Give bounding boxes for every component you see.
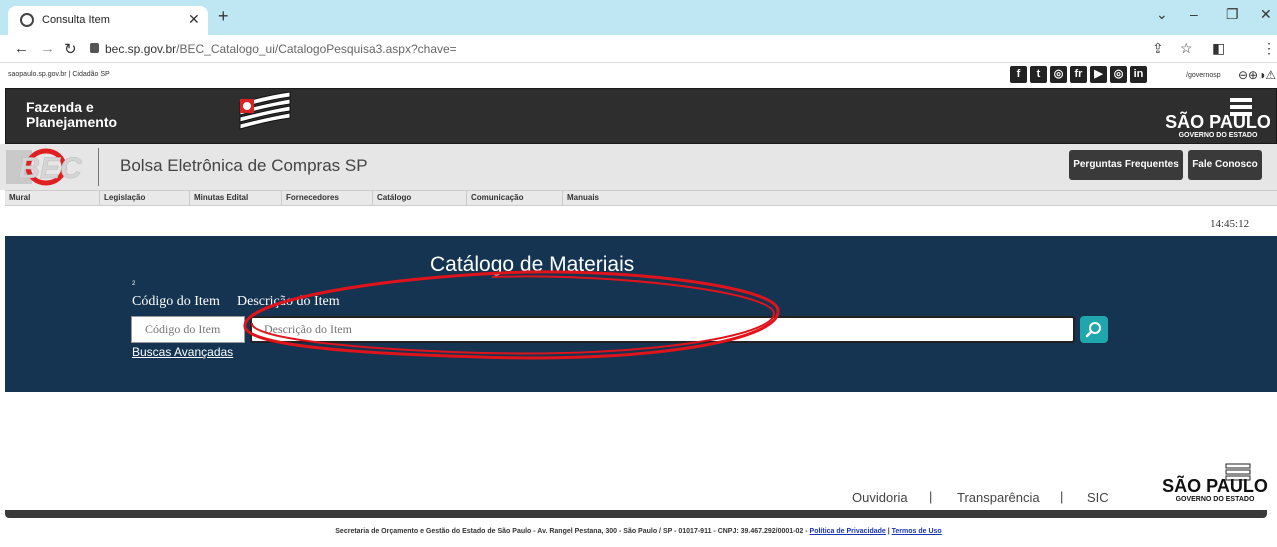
codigo-label: Código do Item <box>132 294 220 309</box>
footer-address-text: Secretaria de Orçamento e Gestão do Esta… <box>335 528 810 535</box>
menu-item-legislacao[interactable]: Legislação <box>100 191 190 205</box>
tab-title: Consulta Item <box>42 14 110 26</box>
sp-footer-logo-sub: GOVERNO DO ESTADO <box>1176 496 1255 503</box>
window-close-icon[interactable]: ✕ <box>1260 6 1272 23</box>
footer-bar <box>5 510 1267 518</box>
forward-icon[interactable]: → <box>40 40 55 57</box>
fazenda-title-line2: Planejamento <box>26 114 118 130</box>
accessibility-icons[interactable]: ⊖⊕◑⚠ <box>1238 68 1276 82</box>
share-icon[interactable]: ⇪ <box>1152 40 1164 57</box>
tab-close-icon[interactable]: ✕ <box>188 11 200 28</box>
bec-logo-text: BEC <box>18 152 83 185</box>
bec-logo[interactable]: BEC <box>6 146 92 188</box>
flickr-icon[interactable]: fr <box>1070 66 1087 83</box>
bec-title: Bolsa Eletrônica de Compras SP <box>120 156 368 175</box>
youtube-icon[interactable]: ▶ <box>1090 66 1107 83</box>
clock: 14:45:12 <box>1210 218 1250 230</box>
back-icon[interactable]: ← <box>14 40 29 57</box>
sp-logo-main: SÃO PAULO <box>1166 111 1270 132</box>
catalog-search-panel: Catálogo de Materiais 2 Código do Item D… <box>5 236 1277 392</box>
tiny-number: 2 <box>132 281 136 287</box>
sp-flag-icon <box>239 91 291 130</box>
twitter-icon[interactable]: t <box>1030 66 1047 83</box>
fazenda-header: Fazenda e Planejamento SÃO PAULO GOVERNO… <box>5 88 1277 144</box>
sao-paulo-logo: SÃO PAULO GOVERNO DO ESTADO <box>1166 98 1270 139</box>
facebook-icon[interactable]: f <box>1010 66 1027 83</box>
descricao-label: Descrição do Item <box>237 294 340 309</box>
minimize-icon[interactable]: – <box>1190 6 1198 22</box>
bec-header: BEC Bolsa Eletrônica de Compras SP Pergu… <box>0 144 1277 190</box>
gov-top-strip: saopaulo.sp.gov.br | Cidadão SP f t ◎ fr… <box>0 63 1277 88</box>
tab-search-chevron-icon[interactable]: ⌄ <box>1156 6 1168 23</box>
governosp-handle[interactable]: /governosp <box>1186 72 1221 79</box>
search-button[interactable] <box>1080 316 1108 343</box>
browser-menu-icon[interactable]: ⋮ <box>1262 40 1276 57</box>
search-icon <box>1085 322 1101 338</box>
globe-icon <box>20 13 34 27</box>
footer-separator: | <box>1060 489 1064 504</box>
address-bar: ← → ↻ bec.sp.gov.br/BEC_Catalogo_ui/Cata… <box>0 35 1277 63</box>
periscope-icon[interactable]: ◎ <box>1110 66 1127 83</box>
menu-item-manuais[interactable]: Manuais <box>563 191 653 205</box>
bookmark-star-icon[interactable]: ☆ <box>1180 40 1193 57</box>
menu-item-catalogo[interactable]: Catálogo <box>373 191 467 205</box>
sp-logo-sub: GOVERNO DO ESTADO <box>1179 132 1258 139</box>
menu-item-fornecedores[interactable]: Fornecedores <box>282 191 373 205</box>
linkedin-icon[interactable]: in <box>1130 66 1147 83</box>
fazenda-title: Fazenda e Planejamento <box>26 100 117 130</box>
privacy-link[interactable]: Política de Privacidade <box>810 528 886 535</box>
menu-item-comunicacao[interactable]: Comunicação <box>467 191 563 205</box>
reload-icon[interactable]: ↻ <box>64 40 77 58</box>
instagram-icon[interactable]: ◎ <box>1050 66 1067 83</box>
url-host: bec.sp.gov.br <box>105 42 177 56</box>
browser-tab[interactable]: Consulta Item ✕ <box>8 6 208 35</box>
footer-separator: | <box>929 489 933 504</box>
menu-item-minutas-edital[interactable]: Minutas Edital <box>190 191 282 205</box>
footer-address: Secretaria de Orçamento e Gestão do Esta… <box>335 528 942 535</box>
footer-sic[interactable]: SIC <box>1087 490 1109 505</box>
gov-links[interactable]: saopaulo.sp.gov.br | Cidadão SP <box>8 71 110 78</box>
url-field[interactable]: bec.sp.gov.br/BEC_Catalogo_ui/CatalogoPe… <box>105 42 457 56</box>
url-path: /BEC_Catalogo_ui/CatalogoPesquisa3.aspx?… <box>176 42 457 56</box>
faq-button[interactable]: Perguntas Frequentes <box>1069 150 1183 180</box>
footer-transparencia[interactable]: Transparência <box>957 490 1040 505</box>
terms-link[interactable]: Termos de Uso <box>892 528 942 535</box>
advanced-search-link[interactable]: Buscas Avançadas <box>132 345 233 359</box>
descricao-input[interactable] <box>250 316 1075 343</box>
new-tab-icon[interactable]: + <box>218 6 229 27</box>
sp-footer-logo-main: SÃO PAULO <box>1162 475 1268 496</box>
browser-tab-bar: Consulta Item ✕ + ⌄ – ❐ ✕ <box>0 0 1277 35</box>
panel-title: Catálogo de Materiais <box>430 253 635 276</box>
codigo-input[interactable] <box>131 316 245 343</box>
fazenda-title-line1: Fazenda e <box>26 99 94 115</box>
restore-icon[interactable]: ❐ <box>1226 6 1239 23</box>
lock-icon[interactable] <box>90 43 99 53</box>
footer-ouvidoria[interactable]: Ouvidoria <box>852 490 908 505</box>
main-menu: Mural Legislação Minutas Edital Forneced… <box>5 190 1277 206</box>
header-divider <box>98 148 99 186</box>
menu-item-mural[interactable]: Mural <box>5 191 100 205</box>
contact-button[interactable]: Fale Conosco <box>1188 150 1262 180</box>
sao-paulo-footer-logo: SÃO PAULO GOVERNO DO ESTADO <box>1162 463 1268 503</box>
side-panel-icon[interactable]: ◧ <box>1212 40 1225 57</box>
